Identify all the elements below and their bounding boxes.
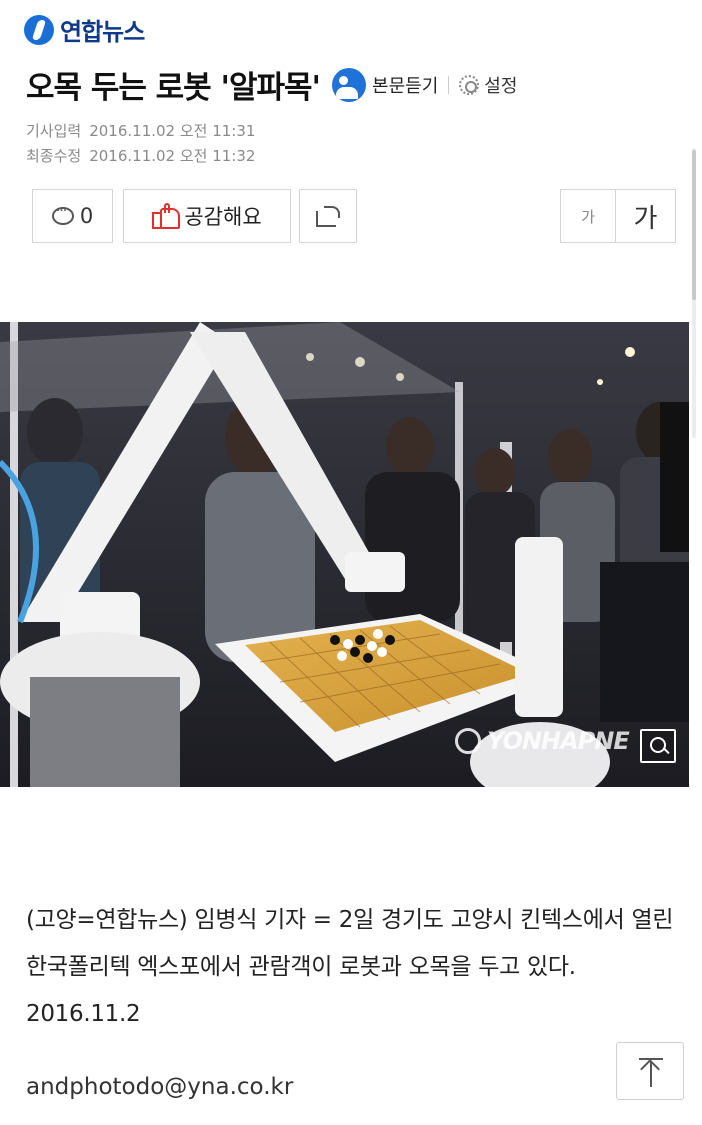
article-body: (고양=연합뉴스) 임병식 기자 = 2일 경기도 고양시 킨텍스에서 열린 한… [26,907,674,1027]
listen-icon[interactable] [332,67,367,102]
font-decrease-button[interactable]: 가 [560,189,616,243]
scroll-top-icon [640,1059,660,1079]
modified-info: 최종수정 2016.11.02 오전 11:32 [26,145,255,166]
zoom-icon[interactable] [640,729,676,763]
published-label: 기사입력 [26,122,82,140]
comment-button[interactable]: 0 [32,189,113,243]
gear-icon[interactable] [459,74,480,95]
share-button[interactable] [299,189,357,243]
listen-button[interactable]: 본문듣기 [372,72,438,98]
like-label: 공감해요 [184,205,262,229]
brand-logo-icon [24,14,54,45]
watermark-logo-icon [455,728,481,754]
comment-icon [51,203,74,225]
article-headline: 오목 두는 로봇 '알파목' [26,70,321,106]
brand-name: 연합뉴스 [60,18,145,46]
title-row: 오목 두는 로봇 '알파목' 본문듣기 설정 [26,62,682,107]
like-button[interactable]: 공감해요 [123,189,291,243]
photo-illustration [0,322,689,787]
like-icon [152,203,181,229]
modified-label: 최종수정 [26,147,82,165]
published-info: 기사입력 2016.11.02 오전 11:31 [26,120,255,141]
settings-button[interactable]: 설정 [484,72,517,98]
reporter-email[interactable]: andphotodo@yna.co.kr [26,1074,293,1100]
share-icon [316,205,340,227]
photo-watermark: YONHAPNE [455,727,630,755]
divider [448,75,450,94]
brand-logo[interactable]: 연합뉴스 [24,12,145,47]
published-value: 2016.11.02 오전 11:31 [89,122,256,140]
font-increase-button[interactable]: 가 [616,189,676,243]
scrollbar-thumb[interactable] [692,150,696,300]
modified-value: 2016.11.02 오전 11:32 [89,147,256,165]
article-photo[interactable] [0,322,689,787]
watermark-text: YONHAPNE [487,727,630,755]
scroll-top-button[interactable] [616,1042,684,1100]
comment-count: 0 [79,204,94,228]
